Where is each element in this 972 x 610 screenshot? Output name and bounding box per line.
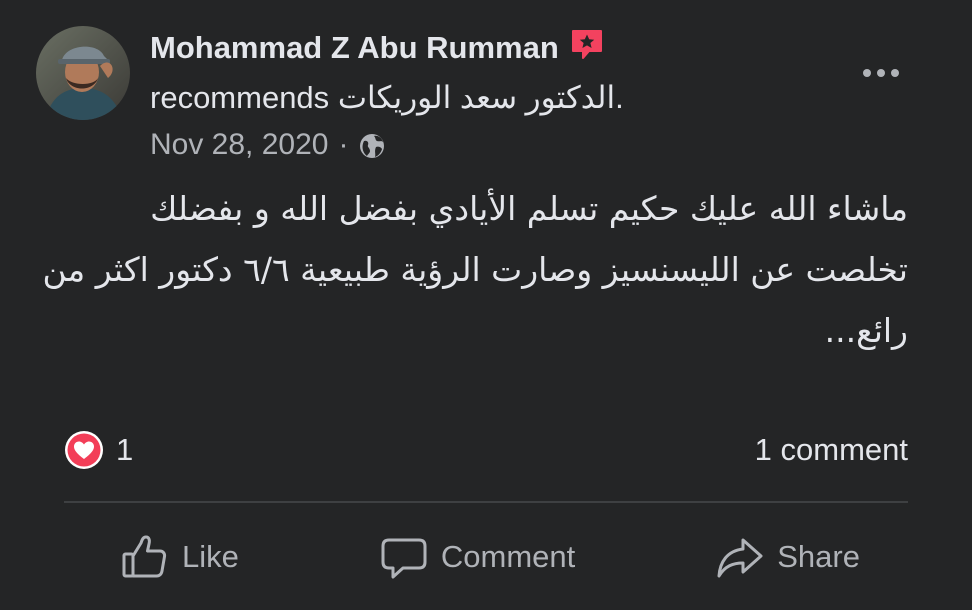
reaction-count: 1 — [116, 432, 134, 467]
share-button[interactable]: Share — [657, 532, 908, 582]
page-suffix: . — [615, 80, 624, 115]
comment-button[interactable]: Comment — [321, 532, 633, 582]
comment-count-link[interactable]: 1 comment — [755, 432, 908, 468]
post-body-text: ماشاء الله عليك حكيم تسلم الأيادي بفضل ا… — [42, 189, 908, 350]
reactions-summary[interactable]: 1 — [64, 430, 133, 470]
heart-icon — [65, 431, 103, 469]
post-card: Mohammad Z Abu Rumman recommends الدكتور… — [0, 0, 972, 610]
post-date[interactable]: Nov 28, 2020 — [150, 128, 328, 162]
meta-separator: · — [338, 128, 349, 161]
author-line: Mohammad Z Abu Rumman — [150, 30, 605, 66]
recommend-line: recommends الدكتور سعد الوريكات. — [150, 80, 624, 116]
divider — [64, 501, 908, 503]
dot-icon — [891, 69, 899, 77]
author-name[interactable]: Mohammad Z Abu Rumman — [150, 30, 559, 66]
action-bar: Like Comment Share — [64, 522, 908, 592]
share-arrow-icon — [717, 538, 763, 578]
thumbs-up-icon — [122, 535, 167, 578]
dot-icon — [877, 69, 885, 77]
share-label: Share — [777, 539, 860, 574]
recommend-verb: recommends — [150, 80, 330, 115]
avatar[interactable] — [36, 26, 130, 120]
speech-bubble-icon — [381, 538, 427, 579]
dot-icon — [863, 69, 871, 77]
like-button[interactable]: Like — [64, 532, 297, 582]
recommend-star-icon — [571, 30, 602, 59]
post-meta: Nov 28, 2020 · — [150, 128, 386, 162]
more-options-button[interactable] — [856, 56, 906, 90]
comment-label: Comment — [440, 539, 576, 574]
like-label: Like — [182, 539, 239, 574]
recommended-page-name[interactable]: الدكتور سعد الوريكات — [338, 80, 615, 115]
globe-icon[interactable] — [358, 132, 386, 160]
